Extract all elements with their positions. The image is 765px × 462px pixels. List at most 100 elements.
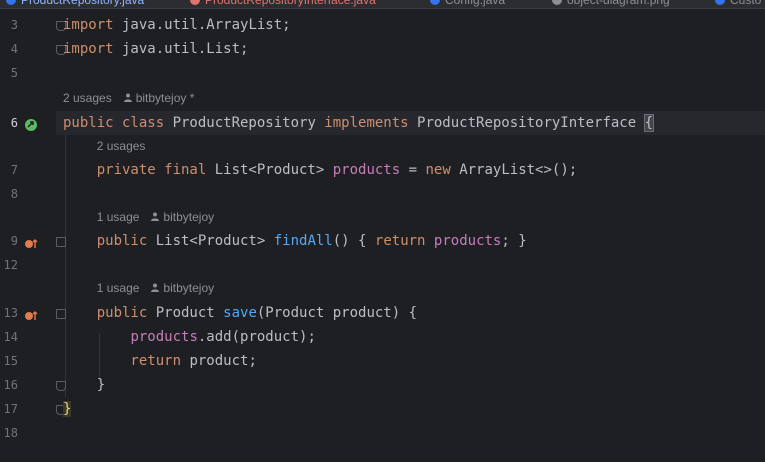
- tab-3[interactable]: object-diagram.png: [552, 0, 670, 8]
- person-icon: [123, 87, 132, 102]
- code-token: =: [400, 162, 426, 178]
- tab-1[interactable]: ProductRepositoryInterface.java: [190, 0, 376, 8]
- line-number: 13: [3, 306, 18, 320]
- usages-hint[interactable]: 2 usages: [97, 139, 146, 153]
- code-token: (Product product) {: [256, 305, 418, 321]
- code-token: products: [130, 329, 198, 345]
- line-number: 5: [10, 66, 18, 80]
- tab-label: object-diagram.png: [567, 0, 670, 7]
- tab-4[interactable]: Custo: [715, 0, 761, 8]
- tab-label: ProductRepository.java: [21, 0, 145, 7]
- line-number: 4: [10, 42, 18, 56]
- code-text: import java.util.List;: [63, 37, 248, 61]
- code-line[interactable]: 13 public Product save(Product product) …: [0, 301, 765, 325]
- tab-0[interactable]: ProductRepository.java: [6, 0, 144, 8]
- line-number: 14: [3, 330, 18, 344]
- code-token: ProductRepository: [172, 115, 325, 131]
- code-token: return: [63, 353, 190, 369]
- code-token: new: [425, 162, 460, 178]
- code-text: products.add(product);: [63, 325, 315, 349]
- override-gutter-icon[interactable]: [24, 235, 38, 248]
- code-token: java.util.List;: [113, 41, 249, 57]
- override-gutter-icon[interactable]: [24, 307, 38, 320]
- implements-gutter-icon[interactable]: [24, 117, 37, 131]
- author-name: bitbytejoy: [163, 210, 215, 224]
- code-vision-hint[interactable]: 2 usages bitbytejoy *: [63, 87, 194, 109]
- code-token: save: [223, 305, 257, 321]
- code-token: () {: [332, 233, 375, 249]
- code-line[interactable]: 5: [0, 61, 765, 85]
- code-line[interactable]: 14 products.add(product);: [0, 325, 765, 349]
- code-token: private final: [63, 162, 215, 178]
- author-hint[interactable]: bitbytejoy: [151, 210, 214, 224]
- code-line[interactable]: 15 return product;: [0, 349, 765, 373]
- code-line[interactable]: 3 import java.util.ArrayList;: [0, 13, 765, 37]
- person-icon: [151, 277, 160, 292]
- code-line[interactable]: 8: [0, 182, 765, 206]
- code-token: Product: [155, 305, 224, 321]
- code-token: {: [643, 114, 655, 132]
- code-token: }: [63, 401, 72, 417]
- code-line[interactable]: 4 import java.util.List;: [0, 37, 765, 61]
- code-token: public class: [63, 115, 173, 131]
- line-number: 17: [3, 402, 18, 416]
- line-number: 15: [3, 354, 18, 368]
- tab-2[interactable]: Config.java: [430, 0, 505, 8]
- code-token: public: [63, 233, 156, 249]
- code-text: public List<Product> findAll() { return …: [63, 229, 527, 253]
- usages-hint[interactable]: 2 usages: [63, 91, 112, 105]
- code-token: import: [63, 41, 114, 57]
- code-token: ; }: [501, 233, 527, 249]
- line-number: 8: [10, 187, 18, 201]
- code-line[interactable]: 17}: [0, 397, 765, 421]
- code-editor[interactable]: 3 import java.util.ArrayList; 4 import java…: [0, 9, 765, 462]
- code-line[interactable]: 18: [0, 421, 765, 445]
- author-name: bitbytejoy *: [135, 91, 195, 105]
- author-name: bitbytejoy: [163, 281, 215, 295]
- code-text: public Product save(Product product) {: [63, 301, 417, 325]
- file-type-icon: [6, 0, 16, 5]
- code-token: ProductRepositoryInterface: [417, 115, 645, 131]
- usages-hint[interactable]: 1 usage: [97, 210, 140, 224]
- line-number: 7: [10, 163, 18, 177]
- file-type-icon: [190, 0, 200, 5]
- code-line[interactable]: 12: [0, 253, 765, 277]
- code-line[interactable]: 16 }: [0, 373, 765, 397]
- person-icon: [151, 206, 160, 221]
- code-token: findAll: [273, 233, 333, 249]
- code-token: }: [63, 377, 106, 393]
- code-token: java.util.ArrayList;: [113, 17, 291, 33]
- usages-hint[interactable]: 1 usage: [97, 281, 140, 295]
- code-token: implements: [324, 115, 418, 131]
- code-line[interactable]: 9 public List<Product> findAll() { retur…: [0, 229, 765, 253]
- code-token: return: [374, 233, 434, 249]
- file-type-icon: [552, 0, 562, 5]
- line-number: 16: [3, 378, 18, 392]
- line-number: 3: [10, 18, 18, 32]
- line-number: 9: [10, 234, 18, 248]
- code-token: import: [63, 17, 114, 33]
- code-line[interactable]: 7 private final List<Product> products =…: [0, 158, 765, 182]
- code-text: }: [63, 373, 105, 397]
- tab-label: ProductRepositoryInterface.java: [205, 0, 376, 7]
- editor-tab-bar: ProductRepository.java ProductRepositoryI…: [0, 0, 765, 9]
- code-vision-hint[interactable]: 1 usage bitbytejoy: [97, 206, 214, 228]
- code-token: List<Product>: [214, 162, 333, 178]
- code-token: products: [433, 233, 502, 249]
- line-number: 12: [3, 258, 18, 272]
- file-type-icon: [715, 0, 725, 5]
- code-vision-hint[interactable]: 2 usages: [97, 135, 146, 157]
- code-vision-hint[interactable]: 1 usage bitbytejoy: [97, 277, 214, 299]
- code-text: return product;: [63, 349, 256, 373]
- author-hint[interactable]: bitbytejoy: [151, 281, 214, 295]
- tab-label: Config.java: [445, 0, 506, 7]
- code-token: List<Product>: [155, 233, 274, 249]
- code-token: public: [63, 305, 156, 321]
- code-text: }: [63, 397, 72, 421]
- file-type-icon: [430, 0, 440, 5]
- author-hint[interactable]: bitbytejoy *: [123, 91, 195, 105]
- code-text: private final List<Product> products = n…: [63, 158, 578, 182]
- code-line[interactable]: 6 public class ProductRepository implemen…: [0, 111, 765, 135]
- code-text: public class ProductRepository implement…: [63, 111, 655, 135]
